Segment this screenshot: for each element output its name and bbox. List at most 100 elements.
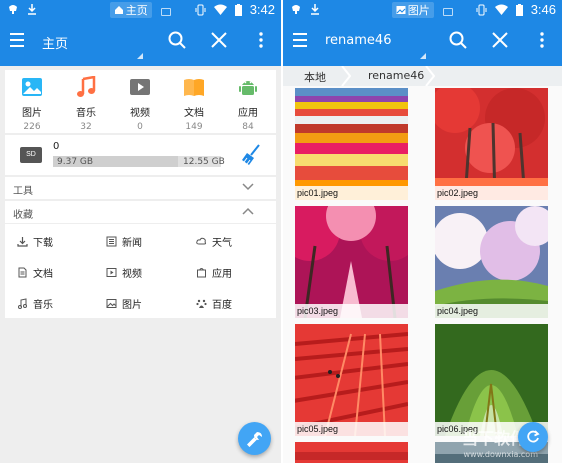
favorite-label: 百度 [212, 300, 232, 311]
image-thumbnail[interactable]: pic04.jpeg [435, 206, 548, 318]
image-thumbnail[interactable]: pic06.jpeg [435, 324, 548, 436]
image-thumbnail[interactable]: pic03.jpeg [295, 206, 408, 318]
image-icon [106, 299, 117, 308]
image-thumbnail[interactable]: pic02.jpeg [435, 88, 548, 200]
close-icon[interactable] [490, 30, 510, 50]
image-thumbnail[interactable]: pic05.jpeg [295, 324, 408, 436]
video-icon [106, 268, 117, 277]
menu-icon[interactable] [10, 33, 26, 49]
app-bar: 主页 [0, 20, 281, 66]
favorite-item[interactable]: 新闻 [106, 234, 142, 249]
music-icon [77, 75, 96, 97]
wrench-icon [246, 431, 262, 447]
document-icon [184, 79, 204, 96]
image-thumbnail[interactable] [295, 442, 408, 463]
category-count: 0 [137, 122, 143, 132]
status-tab-label: 主页 [125, 4, 148, 17]
more-options-icon[interactable] [532, 30, 552, 50]
favorite-label: 天气 [212, 238, 232, 249]
category-count: 149 [185, 122, 203, 132]
home-screen: 主页 3:42 主页 图片 226 音乐 32 视频 0 文档 149 应用 8… [0, 0, 281, 463]
favorite-item[interactable]: 天气 [196, 234, 232, 249]
chevron-down-icon [242, 183, 254, 191]
partial-image [295, 442, 408, 463]
status-bar: 主页 3:42 [0, 0, 281, 20]
blossom-hill-image [435, 206, 548, 318]
video-icon [130, 79, 150, 95]
message-icon [161, 8, 172, 16]
favorite-item[interactable]: 文档 [17, 265, 53, 280]
category-label: 音乐 [76, 108, 96, 119]
image-thumbnail[interactable]: pic01.jpeg [295, 88, 408, 200]
favorite-item[interactable]: 百度 [196, 296, 232, 311]
baidu-icon [196, 299, 207, 308]
category-documents[interactable]: 文档 149 [167, 76, 221, 132]
favorite-label: 新闻 [122, 238, 142, 249]
wifi-icon [213, 4, 227, 15]
document-icon [18, 267, 27, 278]
favorite-item[interactable]: 图片 [106, 296, 142, 311]
favorites-section-header[interactable]: 收藏 [5, 201, 276, 223]
red-tulip-rows-image [295, 324, 408, 436]
music-icon [18, 298, 27, 309]
vibrate-icon [195, 4, 206, 15]
tools-section-header[interactable]: 工具 [5, 177, 276, 199]
toolbox-fab[interactable] [238, 422, 271, 455]
favorite-item[interactable]: 应用 [196, 265, 232, 280]
close-icon[interactable] [209, 30, 229, 50]
image-filename: pic04.jpeg [435, 304, 548, 318]
favorite-label: 视频 [122, 269, 142, 280]
favorite-item[interactable]: 视频 [106, 265, 142, 280]
home-tab-icon [114, 6, 123, 14]
more-options-icon[interactable] [251, 30, 271, 50]
search-icon[interactable] [167, 30, 187, 50]
chevron-up-icon [242, 207, 254, 215]
favorite-label: 图片 [122, 300, 142, 311]
breadcrumb-separator-icon [341, 66, 351, 86]
status-time: 3:42 [249, 2, 275, 17]
category-apps[interactable]: 应用 84 [221, 76, 275, 132]
window-switch-indicator [420, 53, 426, 59]
cherry-tunnel-image [295, 206, 408, 318]
breadcrumb-item-folder[interactable]: rename46 [368, 69, 424, 82]
favorite-label: 下载 [33, 238, 53, 249]
category-images[interactable]: 图片 226 [5, 76, 59, 132]
category-videos[interactable]: 视频 0 [113, 76, 167, 132]
status-time: 3:46 [530, 2, 556, 17]
image-filename: pic05.jpeg [295, 422, 408, 436]
image-grid: pic01.jpeg pic02.jpeg pic03.jpeg pic04.j… [283, 88, 562, 463]
app-bar: rename46 [283, 20, 562, 66]
window-title[interactable]: rename46 [325, 33, 391, 48]
category-label: 图片 [22, 108, 42, 119]
favorite-item[interactable]: 下载 [17, 234, 53, 249]
category-music[interactable]: 音乐 32 [59, 75, 113, 132]
refresh-icon [527, 430, 540, 443]
tools-label: 工具 [13, 186, 33, 197]
menu-icon[interactable] [293, 33, 309, 49]
red-trees-image [435, 88, 548, 200]
tulip-field-image [295, 88, 408, 200]
breadcrumb-separator-icon [425, 66, 435, 86]
watermark-url: www.downxia.com [463, 450, 538, 459]
storage-name: 0 [53, 141, 60, 152]
status-tab-label: 图片 [407, 4, 430, 17]
news-icon [106, 236, 117, 247]
breadcrumb-item-local[interactable]: 本地 [304, 69, 326, 85]
refresh-fab[interactable] [518, 422, 548, 452]
storage-card[interactable]: SD 0 9.37 GB 12.55 GB [5, 135, 276, 175]
category-label: 文档 [184, 108, 204, 119]
clean-broom-icon[interactable] [241, 144, 261, 166]
window-title[interactable]: 主页 [42, 33, 68, 52]
favorite-label: 应用 [212, 269, 232, 280]
battery-icon [234, 3, 242, 16]
vibrate-icon [476, 4, 487, 15]
category-label: 应用 [238, 108, 258, 119]
category-count: 84 [242, 122, 254, 132]
favorite-label: 文档 [33, 269, 53, 280]
search-icon[interactable] [448, 30, 468, 50]
favorites-grid: 下载 新闻 天气 文档 视频 应用 音乐 图片 百度 [5, 224, 276, 318]
breadcrumb: 本地 rename46 [283, 66, 562, 86]
storage-total: 12.55 GB [183, 157, 225, 167]
message-icon [443, 8, 454, 16]
favorite-item[interactable]: 音乐 [17, 296, 53, 311]
